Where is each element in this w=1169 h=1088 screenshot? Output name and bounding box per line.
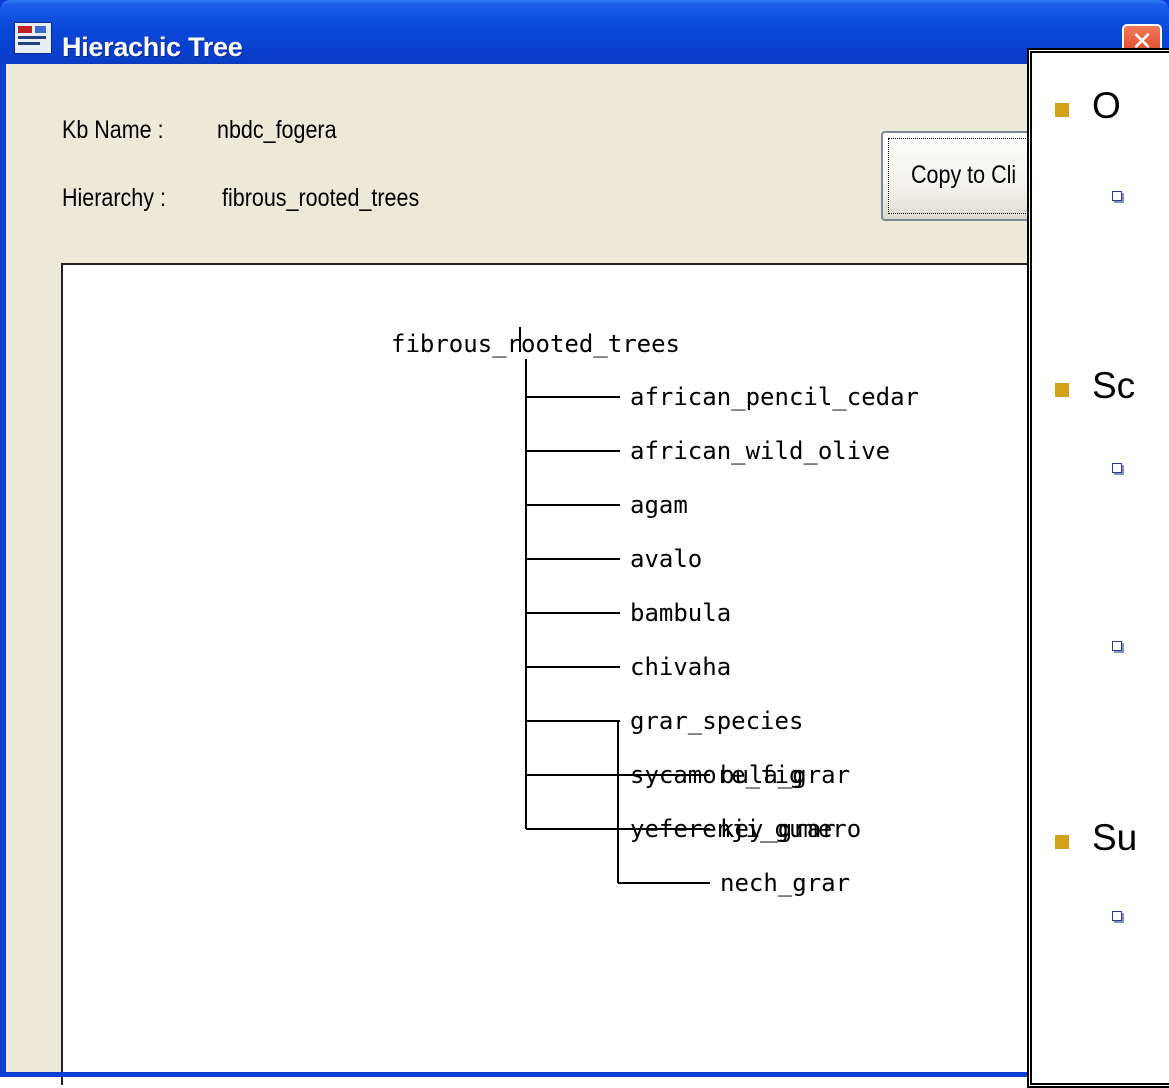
slide-bullet-icon (1055, 383, 1069, 397)
copy-button-label: Copy to Cli (911, 161, 1017, 189)
slide-bullet-text: Su (1092, 817, 1138, 858)
slide-sub-bullet-icon (1112, 463, 1122, 473)
kb-name-label: Kb Name : (62, 116, 164, 144)
dialog-client-area: Kb Name : nbdc_fogera Hierarchy : fibrou… (6, 64, 1169, 1085)
tree-node[interactable]: bambula (630, 599, 731, 627)
tree-node[interactable]: chivaha (630, 653, 731, 681)
tree-node[interactable]: yeferenji_gumero (630, 815, 861, 843)
tree-node-root[interactable]: fibrous_rooted_trees (391, 330, 680, 358)
tree-node[interactable]: agam (630, 491, 688, 519)
slide-bullet-text: Sc (1092, 365, 1136, 406)
slide-bullet-text: O (1092, 85, 1121, 126)
slide-sub-bullet-icon (1112, 911, 1122, 921)
hierarchy-tree: fibrous_rooted_trees african_pencil_cedar… (391, 327, 919, 897)
tree-subnode[interactable]: nech_grar (720, 869, 850, 897)
app-icon (14, 22, 52, 54)
window-title: Hierachic Tree (62, 32, 243, 62)
title-bar[interactable]: Hierachic Tree ✕ (0, 0, 1169, 64)
hierarchy-label: Hierarchy : (62, 184, 166, 212)
slide-bullet-icon (1055, 835, 1069, 849)
kb-name-value: nbdc_fogera (217, 116, 337, 144)
tree-node[interactable]: african_wild_olive (630, 437, 890, 465)
hierarchy-value: fibrous_rooted_trees (222, 184, 420, 212)
tree-node[interactable]: avalo (630, 545, 702, 573)
hierarchic-tree-window: Hierachic Tree ✕ Kb Name : nbdc_fogera H… (0, 0, 1169, 1085)
slide-sub-bullet-icon (1112, 641, 1122, 651)
tree-node[interactable]: african_pencil_cedar (630, 383, 919, 411)
tree-node[interactable]: sycamore_fig (630, 761, 803, 789)
tree-node[interactable]: grar_species (630, 707, 803, 735)
slide-bullet-icon (1055, 103, 1069, 117)
window-bottom-border (0, 1072, 1169, 1077)
tree-view-panel[interactable]: fibrous_rooted_trees african_pencil_cedar… (61, 263, 1169, 1085)
slide-overlay-panel: O Sc Su (1027, 48, 1169, 1088)
slide-sub-bullet-icon (1112, 191, 1122, 201)
